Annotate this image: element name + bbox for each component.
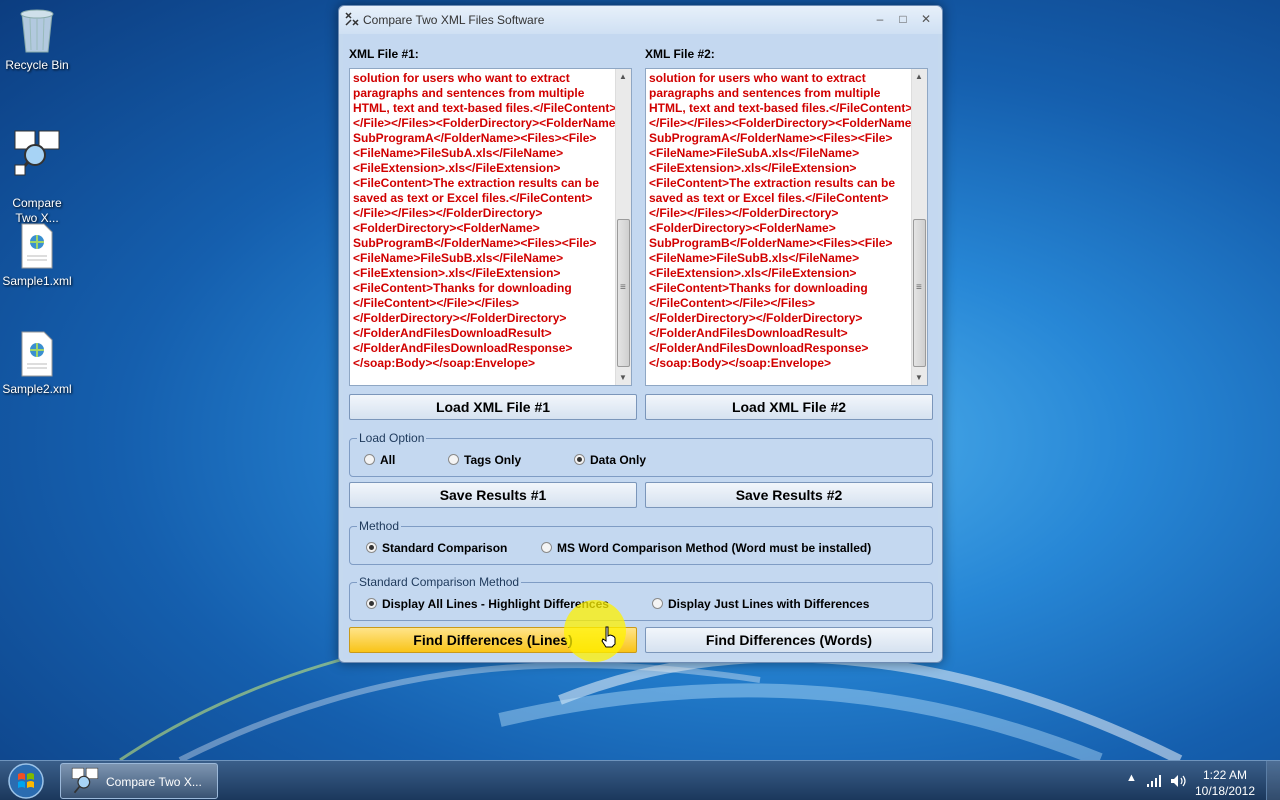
xml-file-2-textbox[interactable]: solution for users who want to extract p…: [645, 68, 928, 386]
scroll-thumb[interactable]: [913, 219, 926, 367]
radio-dot: [541, 542, 552, 553]
xml-file-1-content: solution for users who want to extract p…: [353, 71, 615, 370]
radio-dot: [448, 454, 459, 465]
xml-file-icon: [21, 331, 53, 377]
desktop-icon-label: Recycle Bin: [5, 58, 69, 72]
xml-file-2-scrollbar[interactable]: ▲ ▼: [911, 69, 927, 385]
save-results-1-button[interactable]: Save Results #1: [349, 482, 637, 508]
desktop-icon-label: Sample2.xml: [2, 382, 72, 396]
save-results-2-button[interactable]: Save Results #2: [645, 482, 933, 508]
window-title: Compare Two XML Files Software: [363, 13, 545, 27]
load-xml-file-2-button[interactable]: Load XML File #2: [645, 394, 933, 420]
radio-dot-selected: [366, 598, 377, 609]
load-option-data-only-radio[interactable]: Data Only: [574, 453, 646, 467]
radio-dot-selected: [366, 542, 377, 553]
xml-file-1-scrollbar[interactable]: ▲ ▼: [615, 69, 631, 385]
taskbar-item-label: Compare Two X...: [106, 775, 202, 789]
compare-app-icon: [71, 767, 99, 794]
method-legend: Method: [357, 519, 402, 533]
desktop-icon-recycle-bin[interactable]: Recycle Bin: [0, 6, 74, 73]
find-differences-words-button[interactable]: Find Differences (Words): [645, 627, 933, 653]
client-area: XML File #1: XML File #2: solution for u…: [343, 34, 938, 659]
xml-file-2-content: solution for users who want to extract p…: [649, 71, 911, 370]
load-xml-file-1-button[interactable]: Load XML File #1: [349, 394, 637, 420]
taskbar: Compare Two X... ▲ 1:22 AM 10/18/2012: [0, 760, 1280, 800]
load-option-all-radio[interactable]: All: [364, 453, 395, 467]
taskbar-item-compare-app[interactable]: Compare Two X...: [60, 763, 218, 799]
recycle-bin-icon: [20, 9, 54, 53]
ms-word-comparison-radio[interactable]: MS Word Comparison Method (Word must be …: [541, 541, 871, 555]
radio-dot-selected: [574, 454, 585, 465]
show-desktop-button[interactable]: [1266, 761, 1280, 800]
standard-comparison-method-group: Standard Comparison Method Display All L…: [349, 575, 933, 621]
radio-dot: [652, 598, 663, 609]
app-window: Compare Two XML Files Software – □ ✕ XML…: [338, 5, 943, 663]
radio-dot: [364, 454, 375, 465]
taskbar-clock[interactable]: 1:22 AM 10/18/2012: [1192, 767, 1258, 799]
show-hidden-icons-icon[interactable]: ▲: [1126, 772, 1137, 784]
desktop-icon-compare-app[interactable]: Compare Two X...: [0, 114, 74, 226]
desktop-icon-label: Compare Two X...: [12, 196, 62, 225]
standard-comparison-method-legend: Standard Comparison Method: [357, 575, 522, 589]
scroll-down-icon[interactable]: ▼: [619, 373, 627, 382]
desktop-icon-label: Sample1.xml: [2, 274, 72, 288]
scroll-down-icon[interactable]: ▼: [915, 373, 923, 382]
clock-time: 1:22 AM: [1202, 768, 1248, 782]
load-option-legend: Load Option: [357, 431, 427, 445]
load-option-group: Load Option All Tags Only Data Only: [349, 431, 933, 477]
compare-app-icon: [14, 130, 60, 176]
scroll-up-icon[interactable]: ▲: [619, 72, 627, 81]
xml-file-1-textbox[interactable]: solution for users who want to extract p…: [349, 68, 632, 386]
xml-file-icon: [21, 223, 53, 269]
title-bar[interactable]: Compare Two XML Files Software – □ ✕: [339, 6, 942, 34]
desktop-icon-sample1[interactable]: Sample1.xml: [0, 222, 74, 289]
app-icon: [345, 12, 359, 26]
scroll-up-icon[interactable]: ▲: [915, 72, 923, 81]
clock-date: 10/18/2012: [1194, 784, 1256, 798]
hand-cursor-icon: [601, 626, 616, 648]
maximize-icon[interactable]: □: [894, 12, 912, 26]
display-diff-lines-radio[interactable]: Display Just Lines with Differences: [652, 597, 869, 611]
network-icon[interactable]: [1146, 775, 1162, 787]
xml-file-1-label: XML File #1:: [349, 47, 419, 61]
start-button-icon[interactable]: [6, 762, 46, 800]
xml-file-2-label: XML File #2:: [645, 47, 715, 61]
load-option-tags-only-radio[interactable]: Tags Only: [448, 453, 521, 467]
volume-icon[interactable]: [1170, 774, 1186, 788]
standard-comparison-radio[interactable]: Standard Comparison: [366, 541, 507, 555]
scroll-thumb[interactable]: [617, 219, 630, 367]
desktop-icon-sample2[interactable]: Sample2.xml: [0, 330, 74, 397]
minimize-icon[interactable]: –: [871, 12, 889, 26]
close-icon[interactable]: ✕: [917, 12, 935, 26]
method-group: Method Standard Comparison MS Word Compa…: [349, 519, 933, 565]
